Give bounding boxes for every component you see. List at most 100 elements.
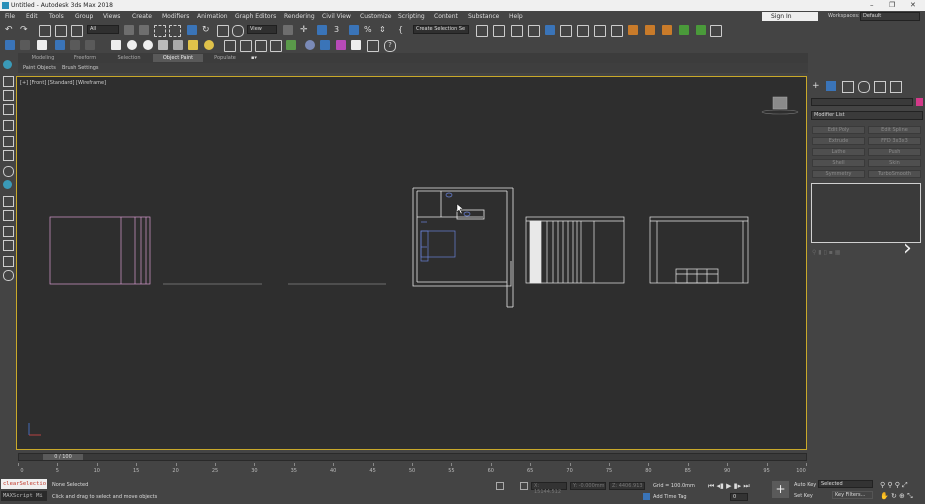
extrude-button[interactable]: Extrude [812, 137, 865, 145]
rendered-frame-icon[interactable] [645, 25, 655, 35]
modify-tab-icon[interactable] [826, 81, 836, 91]
pin-icon[interactable] [3, 60, 12, 69]
layout-icon[interactable] [3, 240, 14, 251]
mirror-icon[interactable] [476, 25, 488, 37]
rect-selection-icon[interactable] [154, 25, 166, 37]
material-icon[interactable] [320, 40, 330, 50]
render-setup-icon[interactable] [628, 25, 638, 35]
render-production-icon[interactable] [662, 25, 672, 35]
spinner-snap-icon[interactable]: ⇕ [379, 25, 389, 35]
menu-group[interactable]: Group [75, 13, 93, 20]
menu-views[interactable]: Views [103, 13, 120, 20]
globe-icon[interactable] [305, 40, 315, 50]
ribbon-options-icon[interactable]: ▪▾ [248, 54, 260, 62]
hierarchy-tab-icon[interactable] [842, 81, 854, 93]
set-key-icon[interactable]: + [772, 481, 789, 498]
view-icon[interactable] [3, 256, 14, 267]
minimize-icon[interactable]: – [870, 1, 874, 9]
menu-modifiers[interactable]: Modifiers [162, 13, 189, 20]
plane-icon[interactable] [111, 40, 121, 50]
shell-button[interactable]: Shell [812, 159, 865, 167]
curve-editor-icon[interactable] [577, 25, 589, 37]
tab-selection[interactable]: Selection [107, 54, 151, 62]
redo-icon[interactable]: ↷ [20, 25, 30, 35]
help-icon[interactable]: ? [384, 40, 396, 52]
skin-button[interactable]: Skin [868, 159, 921, 167]
hold-icon[interactable] [85, 40, 95, 50]
cone-icon[interactable] [173, 40, 183, 50]
rotate-icon[interactable]: ↻ [202, 25, 212, 35]
chevron-right-icon[interactable]: › [903, 236, 912, 261]
maxscript-listener-field[interactable]: clearSelectio [1, 479, 47, 489]
auto-key-button[interactable]: Auto Key [794, 482, 816, 488]
toggle-ribbon-icon[interactable] [528, 25, 540, 37]
tree-icon[interactable] [3, 104, 14, 115]
menu-scripting[interactable]: Scripting [398, 13, 425, 20]
render-icon[interactable] [351, 40, 361, 50]
align-icon[interactable] [493, 25, 505, 37]
create-tab-icon[interactable]: + [812, 81, 822, 91]
current-frame-field[interactable]: 0 [730, 493, 748, 501]
viewport-nav-icons[interactable]: ⚲ ⚲ ⚲ ⤢ [880, 481, 908, 490]
sign-in-button[interactable]: Sign In [762, 12, 818, 21]
select-by-name-icon[interactable] [139, 25, 149, 35]
unlink-icon[interactable] [55, 25, 67, 37]
scene-explorer-icon[interactable] [545, 25, 555, 35]
select-move-icon[interactable] [187, 25, 197, 35]
keyboard-shortcut-icon[interactable] [317, 25, 327, 35]
track-bar[interactable]: 0 5 10 15 20 25 30 35 40 45 50 55 60 65 70 75 80 85 90 95 10… [18, 463, 807, 475]
teapot-icon[interactable] [158, 40, 168, 50]
ribbon-icon[interactable] [20, 40, 30, 50]
foliage-icon[interactable] [286, 40, 296, 50]
undo-icon[interactable]: ↶ [5, 25, 15, 35]
close-icon[interactable]: ✕ [910, 1, 916, 9]
object-name-field[interactable] [811, 98, 913, 106]
menu-content[interactable]: Content [434, 13, 458, 20]
dots-icon[interactable] [224, 40, 236, 52]
ffd-button[interactable]: FFD 3x3x3 [868, 137, 921, 145]
cylinder-icon[interactable] [143, 40, 153, 50]
circle-icon[interactable] [3, 166, 14, 177]
object-color-swatch[interactable] [916, 98, 923, 106]
viewport-nav-icons-2[interactable]: ✋ ↻ ⊕ ⤡ [880, 492, 913, 501]
stack-controls-icons[interactable]: ⚲ ▮ ▯ ▪ ▦ [812, 249, 892, 257]
scale-icon[interactable] [217, 25, 229, 37]
time-slider-handle[interactable]: 0 / 100 [43, 454, 83, 460]
viewport-front[interactable]: [+] [Front] [Standard] [Wireframe] [16, 76, 807, 450]
menu-customize[interactable]: Customize [360, 13, 392, 20]
time-slider[interactable]: 0 / 100 [18, 453, 807, 461]
helper-icon[interactable] [336, 40, 346, 50]
render-cloud-icon[interactable] [679, 25, 689, 35]
named-selection-dropdown[interactable]: Create Selection Se [413, 25, 469, 34]
menu-create[interactable]: Create [132, 13, 152, 20]
new-scene-icon[interactable] [37, 40, 47, 50]
tab-object-paint[interactable]: Object Paint [153, 54, 203, 62]
paint-objects-label[interactable]: Paint Objects [23, 65, 56, 71]
workspace-dropdown[interactable]: Default [860, 12, 920, 21]
maximize-icon[interactable]: ❐ [889, 1, 895, 9]
edit-poly-button[interactable]: Edit Poly [812, 126, 865, 134]
percent-snap-icon[interactable]: % [364, 25, 374, 35]
particles-icon[interactable] [270, 40, 282, 52]
key-mode-dropdown[interactable]: Selected [818, 480, 873, 488]
display-tab-icon[interactable] [874, 81, 886, 93]
layer-explorer-icon[interactable] [511, 25, 523, 37]
absolute-mode-icon[interactable] [520, 482, 528, 490]
snap-3d-icon[interactable]: 3 [334, 25, 344, 35]
playback-controls-icon[interactable]: ⏮ ◂▮ ▶ ▮▸ ⏭ [708, 482, 750, 491]
window-crossing-icon[interactable] [169, 25, 181, 37]
menu-edit[interactable]: Edit [26, 13, 38, 20]
shape-icon[interactable] [3, 150, 14, 161]
menu-rendering[interactable]: Rendering [284, 13, 315, 20]
selection-filter-dropdown[interactable]: All [87, 25, 119, 34]
tab-freeform[interactable]: Freeform [65, 54, 105, 62]
edit-icon[interactable] [3, 76, 14, 87]
tools-icon[interactable] [3, 226, 14, 237]
menu-tools[interactable]: Tools [49, 13, 64, 20]
y-coordinate[interactable]: Y: -0.000mm [570, 482, 606, 490]
symmetry-button[interactable]: Symmetry [812, 170, 865, 178]
open-icon[interactable] [55, 40, 65, 50]
push-button[interactable]: Push [868, 148, 921, 156]
manipulate-icon[interactable]: ✛ [300, 25, 310, 35]
menu-file[interactable]: File [5, 13, 15, 20]
